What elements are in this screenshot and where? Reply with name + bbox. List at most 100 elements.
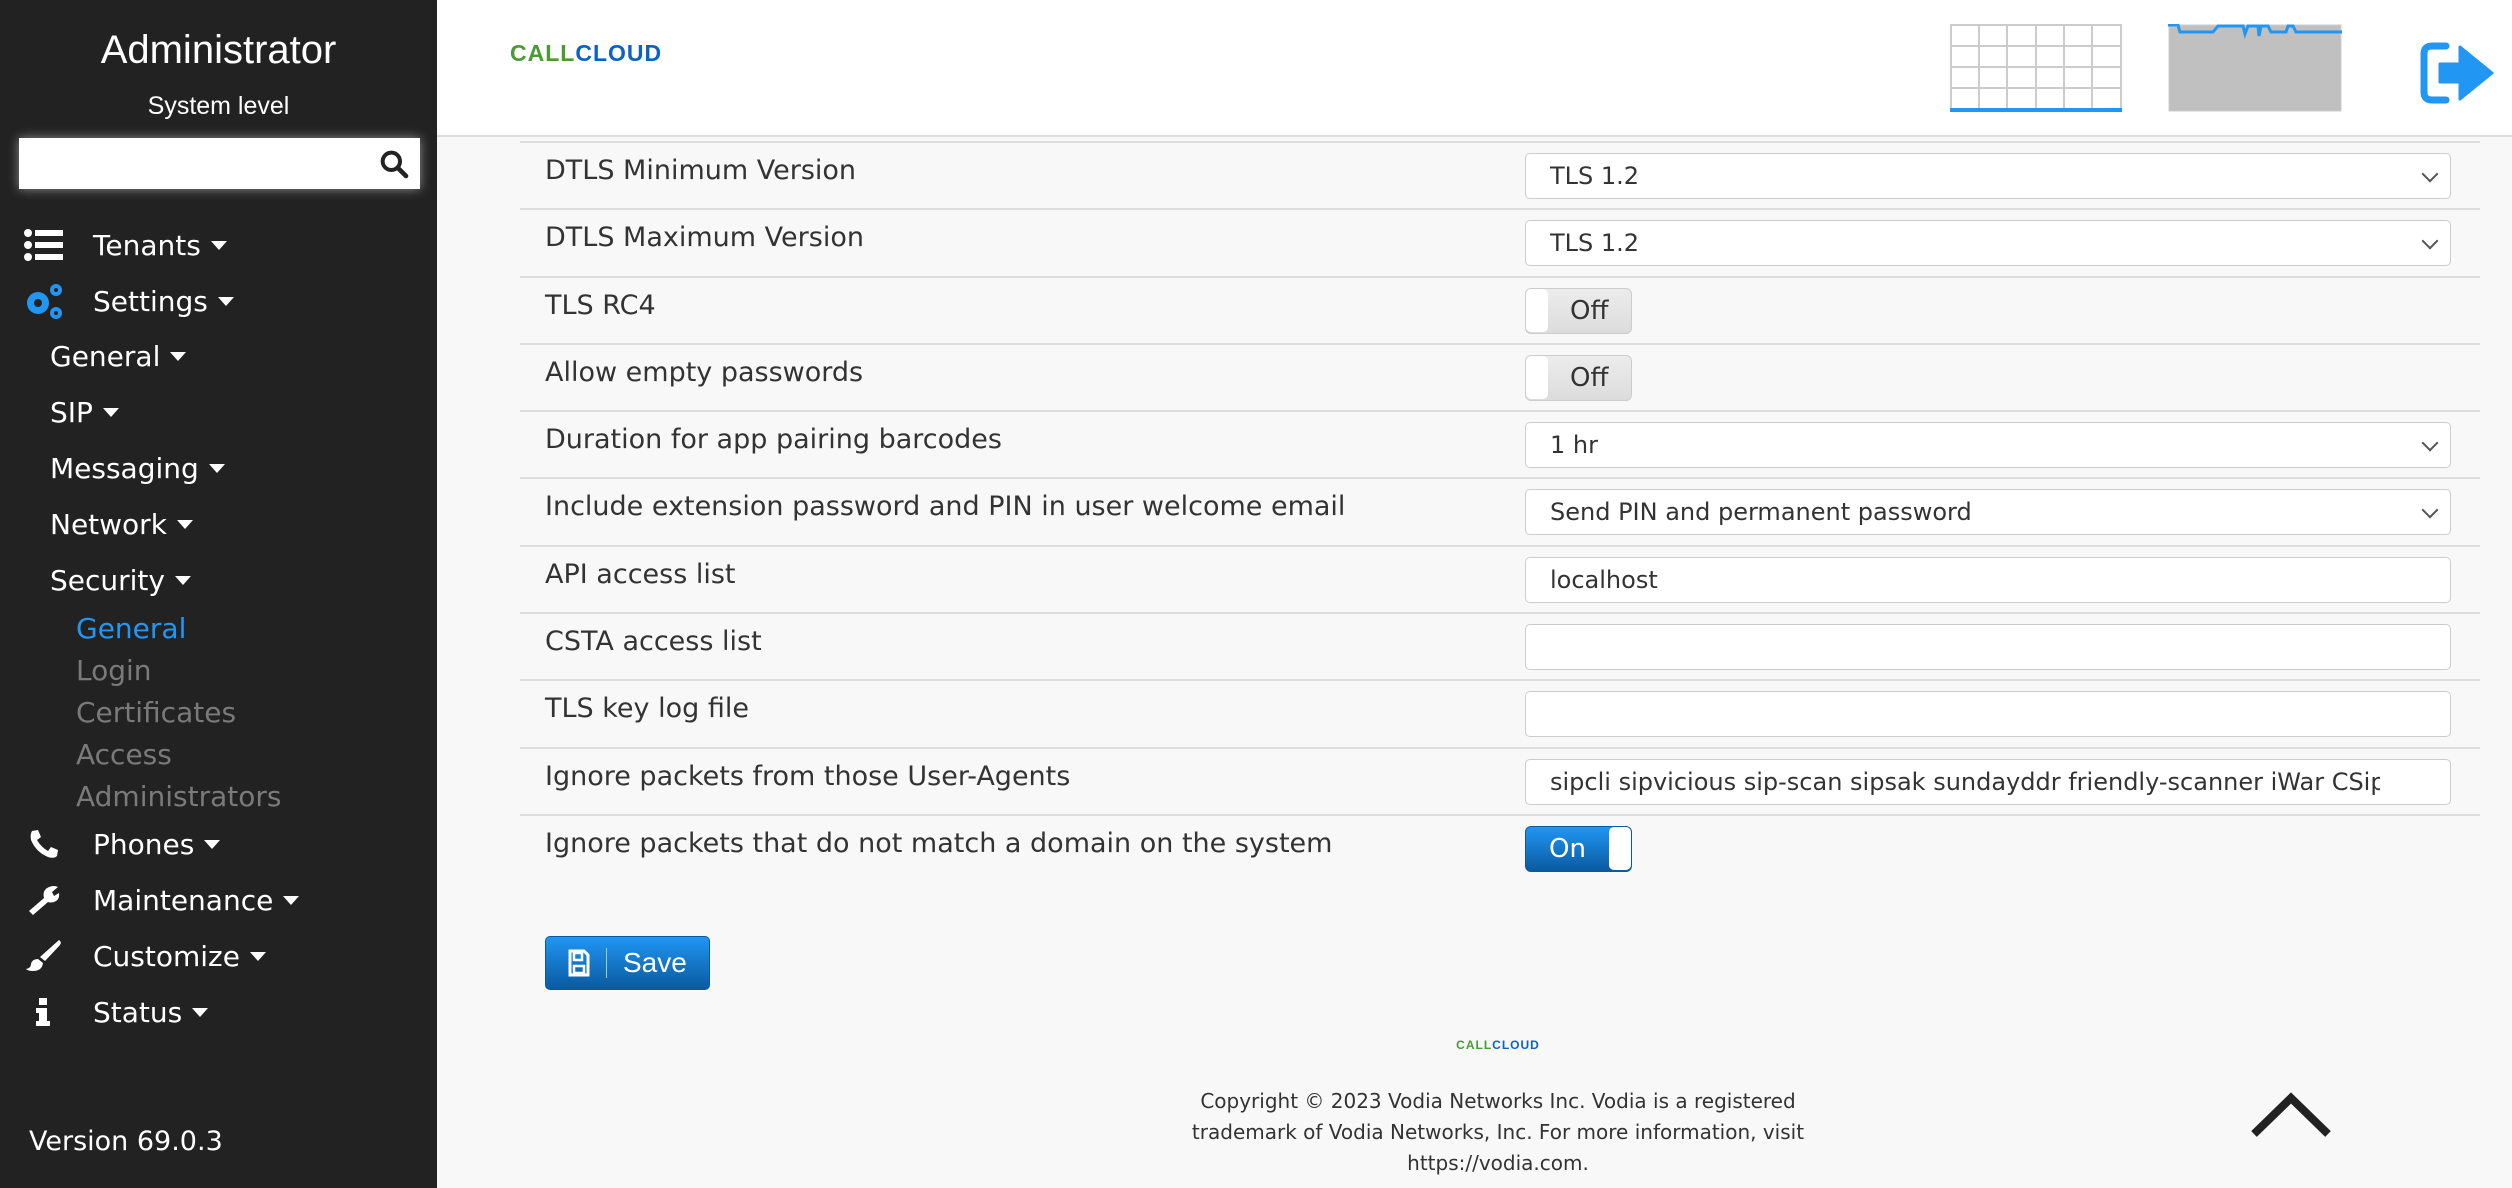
label: Network bbox=[50, 507, 167, 541]
usage-graph-icon[interactable] bbox=[2168, 24, 2342, 112]
field-label: CSTA access list bbox=[545, 626, 762, 658]
sidebar-item-tenants[interactable]: Tenants bbox=[0, 221, 227, 269]
sidebar-item-label: Phones bbox=[93, 827, 195, 861]
field-label: TLS key log file bbox=[545, 693, 749, 725]
label: Security bbox=[50, 563, 165, 597]
text-input[interactable]: localhost bbox=[1525, 556, 2451, 603]
select-dropdown[interactable]: Send PIN and permanent password bbox=[1525, 489, 2451, 536]
sidebar-item-label: Tenants bbox=[93, 228, 201, 262]
wrench-icon bbox=[22, 880, 66, 920]
settings-security[interactable]: Security bbox=[50, 556, 191, 604]
label: SIP bbox=[50, 395, 93, 429]
form-row: Ignore packets that do not match a domai… bbox=[520, 813, 2480, 881]
footer-copyright: Copyright © 2023 Vodia Networks Inc. Vod… bbox=[1098, 1086, 1898, 1179]
sidebar-subtitle: System level bbox=[147, 92, 290, 120]
form-row: Allow empty passwords Off bbox=[520, 342, 2480, 410]
sidebar-item-settings[interactable]: Settings bbox=[0, 277, 234, 325]
caret-down-icon bbox=[217, 296, 234, 306]
field-value: TLS 1.2 bbox=[1550, 229, 1640, 258]
divider bbox=[606, 948, 607, 978]
footer-logo: CALLCLOUD bbox=[1448, 1038, 1548, 1052]
version-label: Version 69.0.3 bbox=[29, 1126, 223, 1157]
field-value: TLS 1.2 bbox=[1550, 162, 1640, 190]
header: CALLCLOUD bbox=[437, 0, 2512, 137]
caret-down-icon bbox=[176, 519, 193, 529]
field-label: DTLS Minimum Version bbox=[545, 155, 857, 186]
text-input[interactable]: sipcli sipvicious sip-scan sipsak sunday… bbox=[1525, 758, 2451, 805]
save-button[interactable]: Save bbox=[545, 936, 710, 990]
info-icon bbox=[22, 992, 66, 1032]
security-login[interactable]: Login bbox=[76, 650, 152, 690]
security-certificates[interactable]: Certificates bbox=[76, 692, 236, 732]
toggle-switch[interactable]: Off bbox=[1525, 354, 1632, 401]
search-input[interactable] bbox=[19, 138, 359, 189]
settings-network[interactable]: Network bbox=[50, 500, 193, 548]
field-label: Ignore packets from those User-Agents bbox=[545, 760, 1071, 792]
copyright-line: trademark of Vodia Networks, Inc. For mo… bbox=[1191, 1120, 1805, 1144]
search-icon[interactable] bbox=[378, 148, 410, 180]
label: Messaging bbox=[50, 451, 199, 485]
toggle-switch[interactable]: On bbox=[1525, 825, 1632, 872]
sidebar-item-maintenance[interactable]: Maintenance bbox=[0, 876, 300, 924]
toggle-knob bbox=[1526, 288, 1548, 332]
form-row: TLS key log file bbox=[520, 679, 2480, 746]
logout-icon[interactable] bbox=[2420, 42, 2496, 104]
toggle-switch[interactable]: Off bbox=[1525, 287, 1632, 334]
form-row: Ignore packets from those User-Agents sip… bbox=[520, 746, 2480, 814]
sidebar-item-label: Settings bbox=[93, 284, 208, 318]
logo-part: CALL bbox=[1456, 1038, 1493, 1052]
list-icon bbox=[22, 225, 66, 265]
toggle-state: On bbox=[1549, 833, 1586, 864]
phone-icon bbox=[22, 824, 66, 864]
form-row: API access list localhost bbox=[520, 544, 2480, 612]
field-label: Ignore packets that do not match a domai… bbox=[545, 827, 1333, 859]
field-label: Include extension password and PIN in us… bbox=[545, 491, 1346, 523]
toggle-state: Off bbox=[1570, 295, 1609, 326]
security-access[interactable]: Access bbox=[76, 734, 172, 774]
logo-part: CALL bbox=[510, 40, 576, 66]
logo-part: CLOUD bbox=[575, 40, 663, 66]
settings-general[interactable]: General bbox=[50, 332, 187, 380]
form-row: Include extension password and PIN in us… bbox=[520, 477, 2480, 544]
select-dropdown[interactable]: TLS 1.2 bbox=[1525, 153, 2451, 199]
text-input[interactable] bbox=[1525, 691, 2451, 738]
caret-down-icon bbox=[249, 951, 266, 961]
caret-down-icon bbox=[204, 839, 221, 849]
form-row: TLS RC4 Off bbox=[520, 275, 2480, 343]
field-value: sipcli sipvicious sip-scan sipsak sunday… bbox=[1550, 767, 2380, 796]
sidebar-item-status[interactable]: Status bbox=[0, 988, 209, 1036]
sidebar-item-label: Maintenance bbox=[93, 883, 274, 917]
settings-sip[interactable]: SIP bbox=[50, 388, 119, 436]
field-label: TLS RC4 bbox=[545, 289, 656, 321]
brush-icon bbox=[22, 936, 66, 976]
settings-form: DTLS Minimum Version TLS 1.2 DTLS Maximum … bbox=[520, 141, 2480, 881]
save-label: Save bbox=[623, 947, 687, 978]
sidebar-item-customize[interactable]: Customize bbox=[0, 932, 266, 980]
sidebar-item-label: Status bbox=[93, 995, 183, 1029]
select-dropdown[interactable]: TLS 1.2 bbox=[1525, 220, 2451, 267]
calendar-grid-icon[interactable] bbox=[1950, 24, 2122, 112]
toggle-knob bbox=[1609, 826, 1631, 870]
field-label: DTLS Maximum Version bbox=[545, 222, 864, 254]
caret-down-icon bbox=[283, 895, 300, 905]
field-value: localhost bbox=[1550, 565, 1658, 594]
select-dropdown[interactable]: 1 hr bbox=[1525, 422, 2451, 469]
caret-down-icon bbox=[192, 1007, 209, 1017]
text-input[interactable] bbox=[1525, 624, 2451, 671]
security-administrators[interactable]: Administrators bbox=[76, 776, 281, 816]
field-label: Duration for app pairing barcodes bbox=[545, 424, 1002, 456]
copyright-line[interactable]: https://vodia.com. bbox=[1098, 1148, 1898, 1179]
settings-messaging[interactable]: Messaging bbox=[50, 444, 225, 492]
security-general[interactable]: General bbox=[76, 608, 186, 648]
sidebar-title: Administrator bbox=[100, 28, 337, 72]
copyright-line: Copyright © 2023 Vodia Networks Inc. Vod… bbox=[1200, 1089, 1796, 1113]
scroll-to-top-chevron-up-icon[interactable] bbox=[2250, 1092, 2332, 1138]
sidebar-item-phones[interactable]: Phones bbox=[0, 820, 221, 868]
caret-down-icon bbox=[102, 407, 119, 417]
field-label: API access list bbox=[545, 558, 736, 590]
field-value: Send PIN and permanent password bbox=[1550, 498, 1972, 527]
logo[interactable]: CALLCLOUD bbox=[510, 40, 662, 67]
form-row: Duration for app pairing barcodes 1 hr bbox=[520, 410, 2480, 477]
caret-down-icon bbox=[210, 240, 227, 250]
logo-part: CLOUD bbox=[1492, 1038, 1540, 1052]
